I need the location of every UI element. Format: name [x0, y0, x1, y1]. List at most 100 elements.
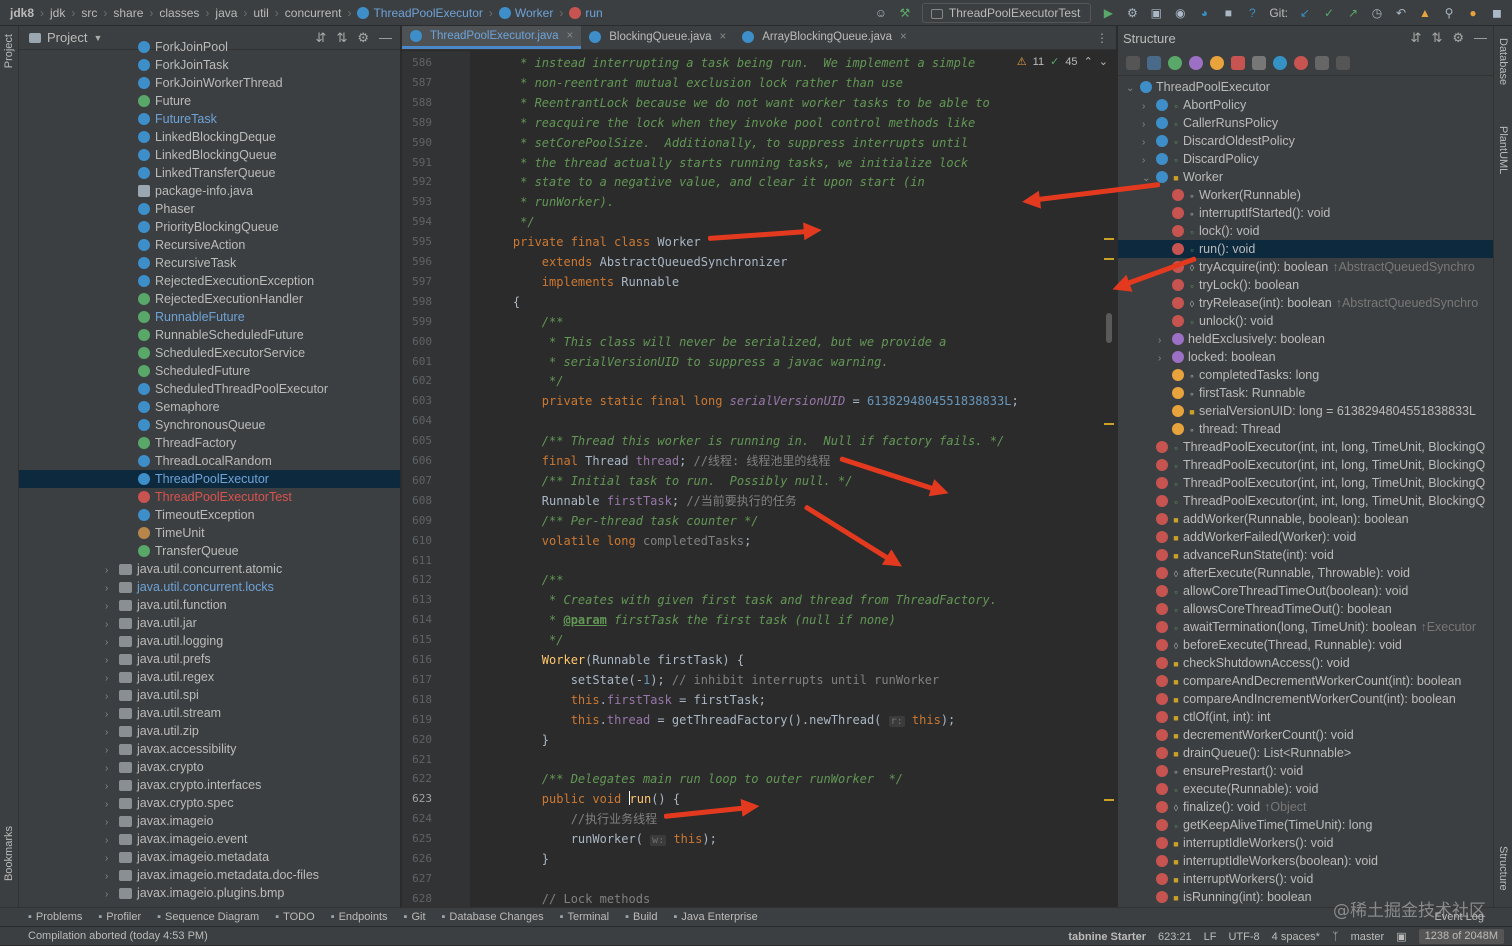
project-tree-item[interactable]: › javax.imageio.metadata	[19, 848, 400, 866]
project-tree-item[interactable]: › java.util.function	[19, 596, 400, 614]
line-separator[interactable]: LF	[1204, 931, 1217, 943]
structure-tree-item[interactable]: ■ compareAndDecrementWorkerCount(int): bo…	[1118, 672, 1493, 690]
project-tree-item[interactable]: › java.util.concurrent.locks	[19, 578, 400, 596]
show-lambdas-icon[interactable]	[1252, 55, 1266, 70]
project-tree-item[interactable]: › javax.crypto.interfaces	[19, 776, 400, 794]
structure-tree-item[interactable]: ■ compareAndIncrementWorkerCount(int): bo…	[1118, 690, 1493, 708]
more-tabs-icon[interactable]: ⋮	[1096, 31, 1108, 45]
git-update-icon[interactable]: ↙	[1298, 6, 1312, 20]
project-tree-item[interactable]: RejectedExecutionException	[19, 272, 400, 290]
tool-window-button-build[interactable]: Build	[625, 911, 657, 923]
show-inherited-icon[interactable]	[1168, 55, 1182, 70]
structure-tree-item[interactable]: ▫ execute(Runnable): void	[1118, 780, 1493, 798]
structure-tool-button[interactable]: Structure	[1497, 846, 1509, 891]
close-icon[interactable]: ×	[720, 31, 727, 43]
close-icon[interactable]: ×	[567, 30, 574, 42]
project-tree-item[interactable]: › javax.accessibility	[19, 740, 400, 758]
structure-tree-item[interactable]: ■ ctlOf(int, int): int	[1118, 708, 1493, 726]
expand-all-icon[interactable]: ⇵	[1411, 30, 1422, 46]
tool-window-button-sequence-diagram[interactable]: Sequence Diagram	[157, 911, 259, 923]
tool-window-button-git[interactable]: Git	[404, 911, 425, 923]
structure-tree-item[interactable]: ▫ awaitTermination(long, TimeUnit): boole…	[1118, 618, 1493, 636]
project-tree-item[interactable]: › javax.imageio.event	[19, 830, 400, 848]
tool-window-button-java-enterprise[interactable]: Java Enterprise	[673, 911, 757, 923]
structure-tree-item[interactable]: ▫ allowCoreThreadTimeOut(boolean): void	[1118, 582, 1493, 600]
scroll-marker[interactable]	[1104, 423, 1114, 425]
caret-position[interactable]: 623:21	[1158, 931, 1192, 943]
scrollbar-thumb[interactable]	[1106, 313, 1112, 343]
structure-tree-item[interactable]: ∘ interruptIfStarted(): void	[1118, 204, 1493, 222]
database-tool-button[interactable]: Database	[1497, 38, 1509, 85]
project-tree-item[interactable]: LinkedBlockingDeque	[19, 128, 400, 146]
project-tree-item[interactable]: FutureTask	[19, 110, 400, 128]
tool-window-button-profiler[interactable]: Profiler	[98, 911, 141, 923]
breadcrumb-item[interactable]: jdk8	[10, 6, 34, 20]
project-tree-item[interactable]: RecursiveAction	[19, 236, 400, 254]
project-tree-item[interactable]: LinkedTransferQueue	[19, 164, 400, 182]
project-tree-item[interactable]: › javax.crypto	[19, 758, 400, 776]
show-anonymous-icon[interactable]	[1273, 55, 1287, 70]
code-area[interactable]: 586 * instead interrupting a task being …	[402, 51, 1116, 907]
structure-tree-item[interactable]: ∘ completedTasks: long	[1118, 366, 1493, 384]
structure-tree-item[interactable]: ■ advanceRunState(int): void	[1118, 546, 1493, 564]
update-icon[interactable]: ●	[1466, 6, 1480, 20]
next-highlight-icon[interactable]: ⌄	[1099, 55, 1108, 68]
bookmarks-tool-button[interactable]: Bookmarks	[3, 826, 15, 881]
breadcrumb-item[interactable]: share	[113, 6, 143, 20]
gear-icon[interactable]: ⚙	[1452, 30, 1464, 46]
project-tree-item[interactable]: › javax.imageio.plugins.bmp	[19, 884, 400, 902]
project-tree-item[interactable]: › javax.crypto.spec	[19, 794, 400, 812]
git-push-icon[interactable]: ↗	[1346, 6, 1360, 20]
project-tree-item[interactable]: SynchronousQueue	[19, 416, 400, 434]
project-tree-item[interactable]: ScheduledThreadPoolExecutor	[19, 380, 400, 398]
search-icon[interactable]: ⚲	[1442, 6, 1456, 20]
structure-tree-item[interactable]: ∘ thread: Thread	[1118, 420, 1493, 438]
structure-tree-item[interactable]: ■ checkShutdownAccess(): void	[1118, 654, 1493, 672]
file-encoding[interactable]: UTF-8	[1228, 931, 1259, 943]
project-tree-item[interactable]: › java.util.spi	[19, 686, 400, 704]
project-tree-item[interactable]: ThreadLocalRandom	[19, 452, 400, 470]
project-tree-item[interactable]: › java.util.zip	[19, 722, 400, 740]
structure-tree-item[interactable]: ⌄ ■ Worker	[1118, 168, 1493, 186]
project-tree-item[interactable]: LinkedBlockingQueue	[19, 146, 400, 164]
project-tree-item[interactable]: ScheduledExecutorService	[19, 344, 400, 362]
structure-tree-item[interactable]: › ▫ DiscardOldestPolicy	[1118, 132, 1493, 150]
autoscroll-to-source-icon[interactable]	[1315, 55, 1329, 70]
tool-window-button-todo[interactable]: TODO	[275, 911, 315, 923]
structure-tree-item[interactable]: ▫ ThreadPoolExecutor(int, int, long, Time…	[1118, 492, 1493, 510]
structure-tree-item[interactable]: ∘ firstTask: Runnable	[1118, 384, 1493, 402]
inspection-widget[interactable]: ⚠ 11 ✓ 45 ⌃ ⌄	[1017, 55, 1108, 69]
breadcrumb-item[interactable]: util	[253, 6, 268, 20]
breadcrumb-item[interactable]: concurrent	[285, 6, 342, 20]
structure-tree-item[interactable]: ▫ run(): void	[1118, 240, 1493, 258]
plantuml-tool-button[interactable]: PlantUML	[1497, 126, 1509, 174]
structure-tree-item[interactable]: ■ interruptIdleWorkers(boolean): void	[1118, 852, 1493, 870]
user-icon[interactable]: ☺	[874, 6, 888, 20]
structure-tree-item[interactable]: ■ drainQueue(): List<Runnable>	[1118, 744, 1493, 762]
project-tree-item[interactable]: RunnableScheduledFuture	[19, 326, 400, 344]
structure-tree-item[interactable]: ▫ unlock(): void	[1118, 312, 1493, 330]
project-tree-item[interactable]: › java.util.stream	[19, 704, 400, 722]
editor-tab[interactable]: ArrayBlockingQueue.java ×	[734, 26, 914, 49]
autoscroll-from-source-icon[interactable]	[1336, 55, 1350, 70]
structure-tree-item[interactable]: ◊ afterExecute(Runnable, Throwable): void	[1118, 564, 1493, 582]
scroll-marker[interactable]	[1104, 799, 1114, 801]
structure-tree-item[interactable]: ⌄ ThreadPoolExecutor	[1118, 78, 1493, 96]
structure-tree-item[interactable]: ◊ beforeExecute(Thread, Runnable): void	[1118, 636, 1493, 654]
structure-tree-item[interactable]: › ▫ AbortPolicy	[1118, 96, 1493, 114]
git-branch[interactable]: master	[1351, 931, 1385, 943]
show-fields-icon[interactable]	[1210, 55, 1224, 70]
structure-tree-item[interactable]: ▫ allowsCoreThreadTimeOut(): boolean	[1118, 600, 1493, 618]
help-icon[interactable]: ?	[1245, 6, 1259, 20]
structure-tree-item[interactable]: › locked: boolean	[1118, 348, 1493, 366]
project-tree-item[interactable]: PriorityBlockingQueue	[19, 218, 400, 236]
project-tree-item[interactable]: ForkJoinPool	[19, 38, 400, 56]
structure-tree-item[interactable]: ◊ finalize(): void ↑Object	[1118, 798, 1493, 816]
indent-setting[interactable]: 4 spaces*	[1272, 931, 1320, 943]
project-tree-item[interactable]: TimeoutException	[19, 506, 400, 524]
previous-highlight-icon[interactable]: ⌃	[1084, 55, 1093, 68]
project-tree-item[interactable]: TransferQueue	[19, 542, 400, 560]
coverage-icon[interactable]: ▣	[1149, 6, 1163, 20]
structure-tree-item[interactable]: ▫ lock(): void	[1118, 222, 1493, 240]
breadcrumb-item[interactable]: src	[81, 6, 97, 20]
